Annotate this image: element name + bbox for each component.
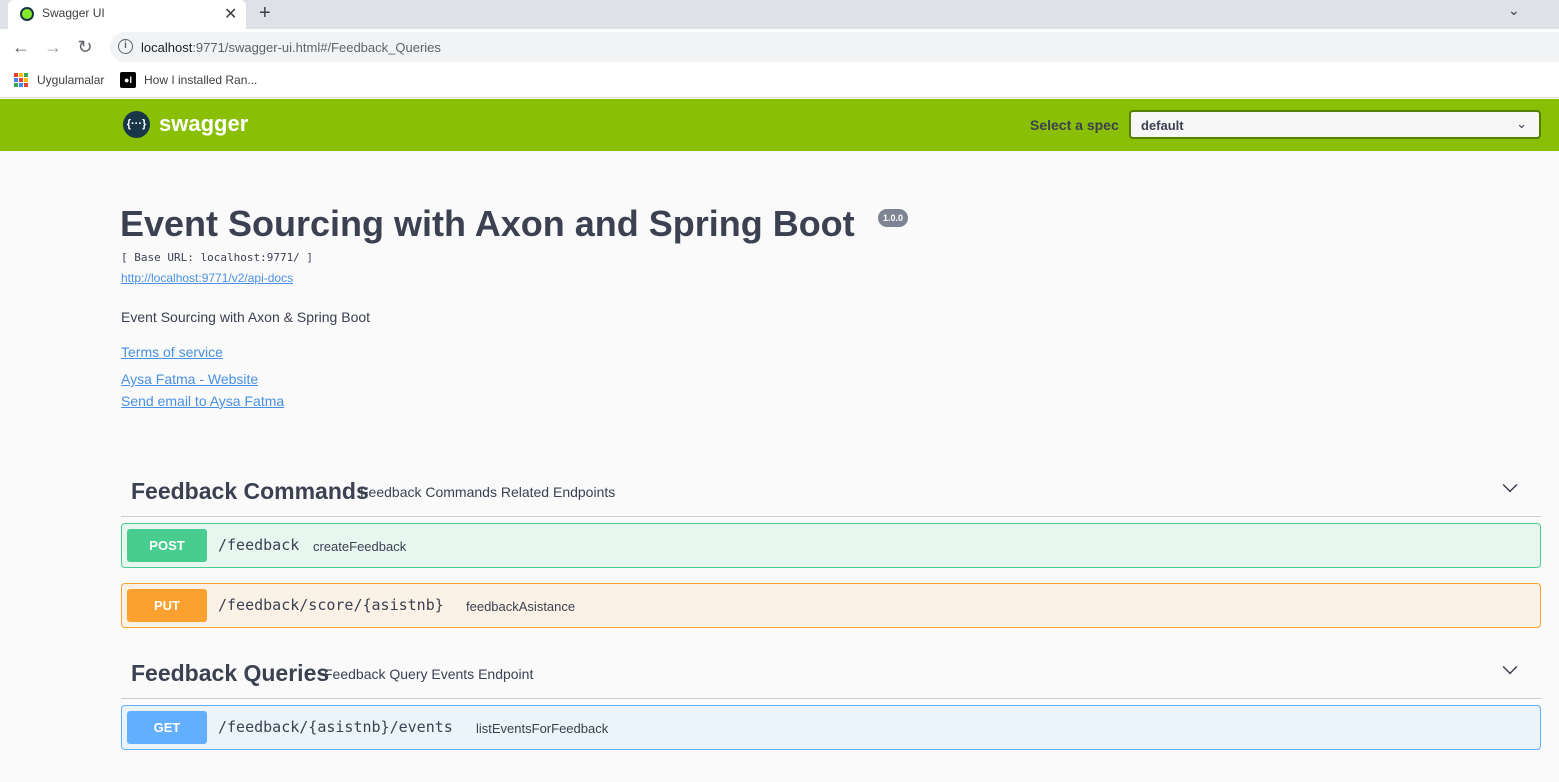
tag-feedback-commands[interactable]: Feedback Commands Feedback Commands Rela… bbox=[121, 468, 1541, 517]
chevron-down-icon[interactable] bbox=[1502, 659, 1518, 675]
spec-select[interactable]: default ⌄ bbox=[1129, 110, 1541, 139]
site-info-icon[interactable]: i bbox=[118, 39, 133, 54]
bookmark-article[interactable]: How I installed Ran... bbox=[144, 73, 257, 87]
chevron-down-icon[interactable] bbox=[1502, 477, 1518, 493]
method-badge: GET bbox=[127, 711, 207, 744]
tag-feedback-queries[interactable]: Feedback Queries Feedback Query Events E… bbox=[121, 650, 1541, 699]
back-button[interactable]: ← bbox=[11, 37, 31, 58]
browser-tab[interactable]: Swagger UI ✕ bbox=[8, 0, 246, 29]
operation-get-feedback-events[interactable]: GET /feedback/{asistnb}/events listEvent… bbox=[121, 705, 1541, 750]
medium-logo-icon: ●I bbox=[120, 72, 136, 88]
forward-button[interactable]: → bbox=[43, 37, 63, 58]
browser-tabstrip: Swagger UI ✕ + ⌄ bbox=[0, 0, 1559, 29]
tab-close-icon[interactable]: ✕ bbox=[224, 4, 237, 24]
tag-name: Feedback Queries bbox=[131, 660, 330, 686]
operation-put-feedback-score[interactable]: PUT /feedback/score/{asistnb} feedbackAs… bbox=[121, 583, 1541, 628]
swagger-favicon-icon bbox=[20, 7, 34, 21]
swagger-logo-icon[interactable]: {···} bbox=[123, 111, 150, 138]
contact-email-link[interactable]: Send email to Aysa Fatma bbox=[121, 393, 284, 409]
spec-selected-value: default bbox=[1141, 118, 1184, 133]
tag-description: Feedback Query Events Endpoint bbox=[324, 666, 534, 682]
base-url: [ Base URL: localhost:9771/ ] bbox=[121, 251, 314, 264]
terms-of-service-link[interactable]: Terms of service bbox=[121, 344, 223, 360]
tab-title: Swagger UI bbox=[42, 6, 105, 20]
version-badge: 1.0.0 bbox=[878, 209, 909, 227]
operation-summary: createFeedback bbox=[313, 539, 407, 554]
api-title: Event Sourcing with Axon and Spring Boot bbox=[120, 203, 855, 244]
operation-path: /feedback/{asistnb}/events bbox=[218, 718, 453, 736]
operation-path: /feedback/score/{asistnb} bbox=[218, 596, 444, 614]
tab-search-chevron-icon[interactable]: ⌄ bbox=[1508, 2, 1520, 19]
method-badge: POST bbox=[127, 529, 207, 562]
bookmarks-bar: Uygulamalar ●I How I installed Ran... bbox=[0, 65, 1559, 98]
operation-post-feedback[interactable]: POST /feedback createFeedback bbox=[121, 523, 1541, 568]
api-docs-link[interactable]: http://localhost:9771/v2/api-docs bbox=[121, 271, 293, 285]
apps-grid-icon[interactable] bbox=[14, 73, 28, 87]
tag-description: Feedback Commands Related Endpoints bbox=[360, 484, 616, 500]
operation-path: /feedback bbox=[218, 536, 300, 554]
bookmark-apps[interactable]: Uygulamalar bbox=[37, 73, 104, 87]
new-tab-button[interactable]: + bbox=[259, 2, 271, 25]
browser-toolbar: ← → ↻ i localhost:9771/swagger-ui.html#/… bbox=[0, 29, 1559, 65]
swagger-logo-text[interactable]: swagger bbox=[159, 111, 248, 137]
url-path: :9771/swagger-ui.html#/Feedback_Queries bbox=[192, 40, 441, 55]
operation-summary: listEventsForFeedback bbox=[476, 721, 609, 736]
address-bar[interactable]: i localhost:9771/swagger-ui.html#/Feedba… bbox=[110, 32, 1559, 62]
method-badge: PUT bbox=[127, 589, 207, 622]
url-host: localhost bbox=[141, 40, 193, 55]
swagger-topbar: {···} swagger Select a spec default ⌄ bbox=[0, 99, 1559, 151]
tag-name: Feedback Commands bbox=[131, 478, 369, 504]
url-text[interactable]: localhost:9771/swagger-ui.html#/Feedback… bbox=[141, 40, 441, 55]
spec-label: Select a spec bbox=[1030, 117, 1119, 133]
reload-button[interactable]: ↻ bbox=[75, 37, 95, 58]
api-description: Event Sourcing with Axon & Spring Boot bbox=[121, 309, 371, 325]
operation-summary: feedbackAsistance bbox=[466, 599, 576, 614]
chevron-down-icon: ⌄ bbox=[1516, 116, 1527, 131]
contact-website-link[interactable]: Aysa Fatma - Website bbox=[121, 371, 258, 387]
